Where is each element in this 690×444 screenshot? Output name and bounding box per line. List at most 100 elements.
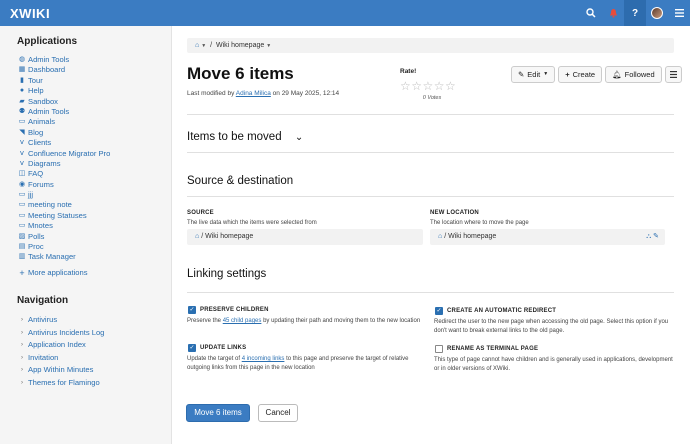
more-actions-button[interactable] [664,66,682,83]
preserve-children-checkbox[interactable]: ✓ [188,306,196,314]
create-button[interactable]: + Create [558,66,603,83]
globe-icon: ◍ [18,56,26,63]
help-icon[interactable]: ? [624,0,646,26]
source-value: Wiki homepage [205,233,254,240]
sidebar-item-label: Animals [28,117,56,127]
divider [187,292,674,293]
sidebar-item-confluence-migrator[interactable]: ⅴ Confluence Migrator Pro [17,149,110,159]
task-icon: ▥ [18,253,26,261]
sidebar-item-admin-tools-2[interactable]: ⚉ Admin Tools [17,107,110,117]
desc-text: Preserve the [187,318,222,324]
chevron-down-icon[interactable]: ⌄ [295,132,303,143]
cancel-button[interactable]: Cancel [258,404,298,422]
sidebar-item-label: Confluence Migrator Pro [28,148,111,158]
desc-text: by updating their path and moving them t… [263,318,421,324]
top-icons: ? [580,0,690,26]
search-icon[interactable] [580,0,602,26]
nav-item-label: Themes for Flamingo [28,377,100,387]
followed-button[interactable]: 🔔︎ Followed [605,66,662,83]
sidebar-item-meeting-note[interactable]: ▭ meeting note [17,200,110,210]
sitemap-icon[interactable]: ⛬ [646,233,651,240]
breadcrumb-current[interactable]: Wiki homepage [216,42,264,49]
source-hint: The live data which the items were selec… [187,220,317,226]
sidebar-item-label: Help [28,86,44,96]
nav-item-invitation[interactable]: › Invitation [17,352,104,365]
update-links-label: UPDATE LINKS [200,345,247,351]
sidebar-item-proc[interactable]: ▤ Proc [17,242,110,252]
redirect-checkbox[interactable]: ✓ [435,307,443,315]
more-applications-label: More applications [28,268,88,277]
move-items-button[interactable]: Move 6 items [186,404,250,422]
new-location-picker[interactable]: ⌂ / Wiki homepage ⛬ ✎ [430,229,665,245]
xwiki-logo[interactable]: XWIKI [10,6,50,21]
sidebar-item-faq[interactable]: ◫ FAQ [17,169,110,179]
nav-item-antivirus[interactable]: › Antivirus [17,314,104,327]
document-icon: ▤ [18,243,26,251]
sidebar-item-polls[interactable]: ▨ Polls [17,232,110,242]
author-link[interactable]: Adina Milica [236,90,271,97]
update-links-checkbox[interactable]: ✓ [188,344,196,352]
edit-button[interactable]: ✎ Edit ▼ [511,66,556,83]
source-label: SOURCE [187,210,214,216]
sidebar-item-dashboard[interactable]: ▦ Dashboard [17,65,110,75]
chevron-down-icon: ▼ [543,71,549,77]
child-pages-link[interactable]: 45 child pages [223,318,262,324]
avatar[interactable] [646,0,668,26]
pencil-icon[interactable]: ✎ [653,233,659,240]
sidebar-item-clients[interactable]: ⅴ Clients [17,138,110,148]
faq-icon: ◫ [18,170,26,178]
modified-suffix: on 29 May 2025, 12:14 [272,90,340,97]
terminal-page-checkbox[interactable] [435,345,443,353]
sidebar-item-label: Blog [28,127,44,137]
nav-item-label: Invitation [28,352,59,362]
page-icon: ▭ [18,118,26,126]
sidebar-item-meeting-statuses[interactable]: ▭ Meeting Statuses [17,211,110,221]
nav-item-antivirus-incidents[interactable]: › Antivirus Incidents Log [17,327,104,340]
bell-icon[interactable] [602,0,624,26]
chevron-right-icon: › [21,329,23,336]
sidebar-item-diagrams[interactable]: ⅴ Diagrams [17,159,110,169]
logo-text: XWIKI [10,6,51,21]
menu-icon [669,71,677,78]
sidebar-item-label: Admin Tools [28,55,70,64]
preserve-children-label: PRESERVE CHILDREN [200,307,269,313]
sidebar-item-tour[interactable]: ▮ Tour [17,76,110,86]
chevron-down-icon[interactable]: ▼ [201,43,206,49]
sidebar-item-blog[interactable]: ◥ Blog [17,128,110,138]
sidebar-item-label: Dashboard [28,65,66,75]
sidebar-item-help[interactable]: ● Help [17,86,110,96]
sidebar-item-label: Sandbox [28,96,58,106]
sidebar-item-sandbox[interactable]: ▰ Sandbox [17,97,110,107]
chevron-down-icon[interactable]: ▼ [266,43,271,49]
page-icon: ▭ [18,191,26,199]
nav-item-label: App Within Minutes [28,365,94,374]
sidebar-item-forums[interactable]: ◉ Forums [17,180,110,190]
nav-item-application-index[interactable]: › Application Index [17,339,104,352]
sidebar-item-label: Tour [28,75,43,85]
breadcrumb: ⌂ ▼ / Wiki homepage ▼ [187,38,674,53]
votes-count: 0 Votes [422,95,442,101]
nav-item-app-within-minutes[interactable]: › App Within Minutes [17,364,104,377]
sidebar-item-task-manager[interactable]: ▥ Task Manager [17,252,110,262]
sidebar-item-animals[interactable]: ▭ Animals [17,117,110,127]
plus-icon: + [19,268,25,278]
menu-icon[interactable] [668,0,690,26]
incoming-links-link[interactable]: 4 incoming links [242,356,285,362]
followed-label: Followed [624,70,655,79]
sidebar-item-jjj[interactable]: ▭ jjj [17,190,110,200]
nav-item-themes-flamingo[interactable]: › Themes for Flamingo [17,377,104,390]
home-icon[interactable]: ⌂ [195,42,199,49]
star-rating[interactable]: ☆☆☆☆☆ [400,79,470,93]
breadcrumb-separator: / [210,42,213,49]
more-applications-link[interactable]: + More applications [17,268,88,278]
applications-title: Applications [17,36,78,47]
create-label: Create [572,70,596,79]
sidebar-item-mnotes[interactable]: ▭ Mnotes [17,221,110,231]
page-icon: ▭ [18,211,26,219]
rating-widget: Rate! ☆☆☆☆☆ 0 Votes [400,68,470,101]
items-section-title[interactable]: Items to be moved ⌄ [187,131,303,143]
nav-item-label: Antivirus Incidents Log [28,327,105,337]
sidebar-item-admin-tools[interactable]: ◍ Admin Tools [17,55,110,65]
sidebar: Applications ◍ Admin Tools ▦ Dashboard ▮ To… [0,26,172,444]
sandbox-icon: ▰ [19,97,25,105]
